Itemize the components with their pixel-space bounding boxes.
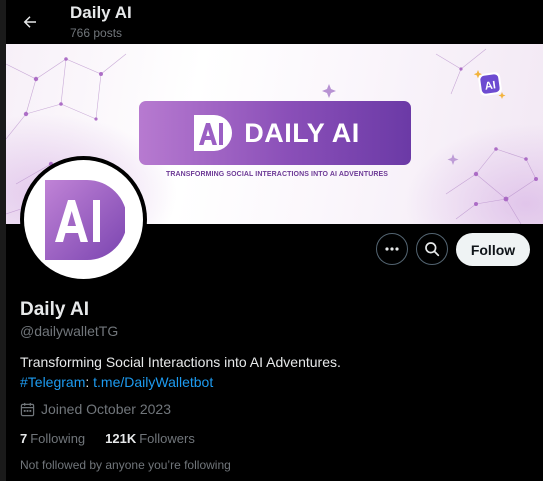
profile-links: #Telegram: t.me/DailyWalletbot <box>20 374 213 390</box>
calendar-icon <box>20 402 35 416</box>
joined-text: Joined October 2023 <box>41 401 171 417</box>
hashtag-link[interactable]: #Telegram <box>20 374 85 390</box>
profile-name: Daily AI <box>20 299 89 320</box>
profile-avatar[interactable] <box>20 156 147 283</box>
following-count: 7 <box>20 431 28 446</box>
not-followed-note: Not followed by anyone you’re following <box>20 458 231 472</box>
more-options-button[interactable] <box>376 233 408 265</box>
back-button[interactable] <box>16 8 44 36</box>
search-profile-button[interactable] <box>416 233 448 265</box>
ai-badge-sticker-icon: AI <box>473 70 506 99</box>
search-icon <box>425 242 440 257</box>
ai-logo-mark-icon <box>194 115 233 151</box>
follow-stats: 7 Following 121K Followers <box>20 431 215 446</box>
profile-bio: Transforming Social Interactions into AI… <box>20 354 341 370</box>
avatar-image <box>24 160 143 279</box>
followers-label: Followers <box>139 431 195 446</box>
following-link[interactable]: 7 Following <box>20 431 85 446</box>
joined-date: Joined October 2023 <box>20 401 171 417</box>
telegram-link[interactable]: t.me/DailyWalletbot <box>93 374 213 390</box>
profile-handle: @dailywalletTG <box>20 323 119 339</box>
header-title: Daily AI <box>70 3 132 22</box>
banner-tagline: TRANSFORMING SOCIAL INTERACTIONS INTO AI… <box>165 171 389 178</box>
ellipsis-icon <box>385 247 399 251</box>
badge-text: AI <box>484 79 497 92</box>
post-count: 766 posts <box>70 26 123 40</box>
followers-link[interactable]: 121K Followers <box>105 431 195 446</box>
follow-button[interactable]: Follow <box>456 233 530 266</box>
following-label: Following <box>30 431 86 446</box>
daily-ai-logo-icon <box>44 179 125 260</box>
followers-count: 121K <box>105 431 137 446</box>
banner-logo: DAILY AI <box>139 101 411 165</box>
profile-header: Daily AI 766 posts <box>6 0 543 44</box>
banner-logo-text: DAILY AI <box>244 117 360 148</box>
arrow-left-icon <box>23 16 36 28</box>
link-separator: : <box>85 374 94 390</box>
